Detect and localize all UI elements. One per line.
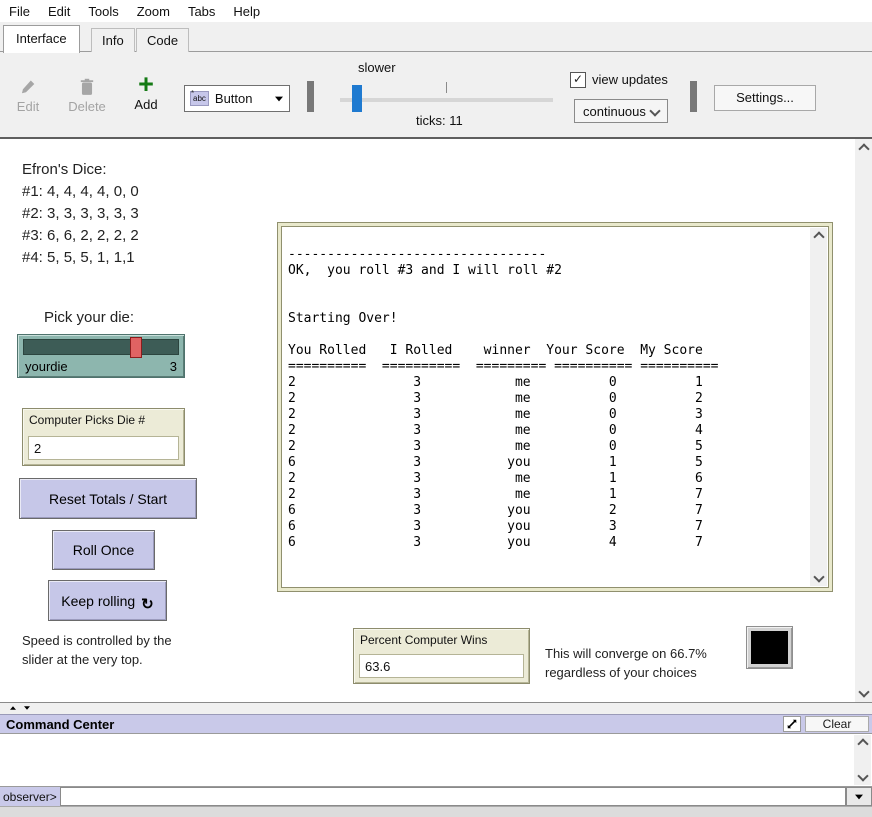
dice-note: Efron's Dice: #1: 4, 4, 4, 4, 0, 0 #2: 3…: [22, 159, 139, 269]
scroll-up-icon[interactable]: [857, 738, 868, 749]
scroll-down-icon[interactable]: [813, 571, 824, 582]
percent-wins-monitor-value: 63.6: [359, 654, 524, 678]
menu-bar: File Edit Tools Zoom Tabs Help: [0, 0, 872, 22]
interface-toolbar: Edit Delete + Add *abc Button slower tic…: [0, 52, 872, 139]
update-mode-dropdown[interactable]: continuous: [574, 99, 668, 123]
reset-totals-button[interactable]: Reset Totals / Start: [19, 478, 197, 519]
window-bottom-strip: [0, 806, 872, 817]
speed-slower-label: slower: [358, 60, 396, 75]
percent-wins-monitor: Percent Computer Wins 63.6: [353, 628, 530, 684]
computer-die-monitor-label: Computer Picks Die #: [23, 409, 184, 427]
interface-canvas: Efron's Dice: #1: 4, 4, 4, 4, 0, 0 #2: 3…: [0, 139, 872, 703]
world-view: [746, 626, 793, 669]
tab-info[interactable]: Info: [91, 28, 135, 53]
output-widget: --------------------------------- OK, yo…: [277, 222, 833, 592]
menu-tools[interactable]: Tools: [79, 1, 127, 22]
tab-code[interactable]: Code: [136, 28, 189, 53]
toolbar-separator: [307, 81, 314, 112]
view-updates-label: view updates: [592, 72, 668, 87]
computer-die-monitor: Computer Picks Die # 2: [22, 408, 185, 466]
computer-die-monitor-value: 2: [28, 436, 179, 460]
roll-once-button[interactable]: Roll Once: [52, 530, 155, 570]
chevron-down-icon: [275, 96, 283, 101]
settings-button[interactable]: Settings...: [714, 85, 816, 111]
keep-rolling-button[interactable]: Keep rolling ↻: [48, 580, 167, 621]
add-label: Add: [134, 97, 157, 112]
command-center-output: [0, 733, 872, 787]
menu-edit[interactable]: Edit: [39, 1, 79, 22]
netlogo-window: File Edit Tools Zoom Tabs Help Interface…: [0, 0, 872, 817]
roll-once-label: Roll Once: [73, 542, 134, 558]
output-text: --------------------------------- OK, yo…: [282, 227, 828, 555]
update-mode-value: continuous: [583, 104, 646, 119]
yourdie-slider[interactable]: yourdie 3: [17, 334, 185, 378]
forever-icon: ↻: [141, 595, 154, 613]
scroll-down-icon[interactable]: [857, 770, 868, 781]
speed-slider-handle[interactable]: [352, 85, 362, 112]
command-center-title: Command Center: [0, 715, 872, 732]
delete-label: Delete: [68, 99, 106, 114]
button-widget-icon: *abc: [190, 91, 209, 106]
scroll-down-icon[interactable]: [858, 686, 869, 697]
speed-slider-center-tick: [446, 82, 447, 93]
percent-wins-monitor-label: Percent Computer Wins: [354, 629, 529, 647]
output-scrollbar[interactable]: [810, 228, 827, 586]
edit-widget-button[interactable]: Edit: [6, 74, 50, 114]
pick-die-note: Pick your die:: [44, 309, 134, 326]
command-center-splitter[interactable]: [0, 703, 872, 714]
observer-prompt: observer>: [0, 787, 60, 806]
toolbar-separator: [690, 81, 697, 112]
command-input-row: observer>: [0, 787, 872, 806]
widget-type-value: Button: [215, 91, 268, 106]
widget-type-dropdown[interactable]: *abc Button: [184, 85, 290, 112]
world-view-canvas: [751, 631, 788, 664]
command-center-header: Command Center Clear: [0, 714, 872, 733]
delete-widget-button[interactable]: Delete: [62, 74, 112, 114]
converge-note: This will converge on 66.7% regardless o…: [545, 644, 707, 682]
scroll-up-icon[interactable]: [858, 143, 869, 154]
speed-slider-track[interactable]: [340, 98, 553, 102]
splitter-up-icon[interactable]: [10, 706, 16, 710]
plus-icon: +: [138, 72, 154, 94]
keep-rolling-label: Keep rolling: [61, 593, 135, 609]
main-scrollbar[interactable]: [855, 139, 872, 702]
reset-totals-label: Reset Totals / Start: [49, 491, 167, 507]
pencil-icon: [19, 74, 37, 96]
tab-strip: Interface Info Code: [0, 22, 872, 52]
chevron-down-icon: [649, 105, 660, 116]
view-updates-checkbox[interactable]: ✓: [570, 72, 586, 88]
yourdie-slider-track[interactable]: [23, 339, 179, 355]
yourdie-slider-value: 3: [170, 359, 177, 374]
menu-tabs[interactable]: Tabs: [179, 1, 224, 22]
add-widget-button[interactable]: + Add: [126, 72, 166, 112]
yourdie-slider-label: yourdie: [25, 359, 68, 374]
splitter-down-icon[interactable]: [24, 706, 30, 710]
speed-control-note: Speed is controlled by the slider at the…: [22, 631, 172, 669]
menu-help[interactable]: Help: [224, 1, 269, 22]
yourdie-slider-handle[interactable]: [130, 337, 142, 358]
edit-label: Edit: [17, 99, 39, 114]
ticks-counter: ticks: 11: [416, 113, 463, 128]
menu-zoom[interactable]: Zoom: [128, 1, 179, 22]
menu-file[interactable]: File: [0, 1, 39, 22]
command-input[interactable]: [60, 787, 846, 806]
command-history-button[interactable]: [846, 787, 872, 806]
tab-interface[interactable]: Interface: [3, 25, 80, 53]
clear-button[interactable]: Clear: [805, 716, 869, 732]
trash-icon: [79, 74, 95, 96]
expand-icon[interactable]: [783, 716, 801, 732]
scroll-up-icon[interactable]: [813, 231, 824, 242]
command-output-scrollbar[interactable]: [854, 735, 871, 785]
history-dropdown-icon: [855, 794, 863, 799]
